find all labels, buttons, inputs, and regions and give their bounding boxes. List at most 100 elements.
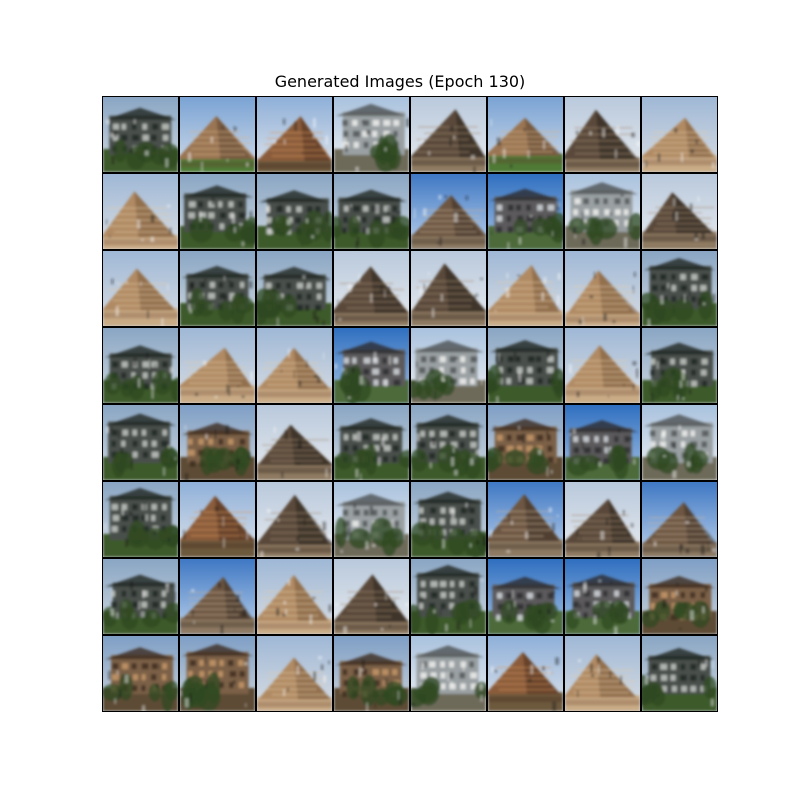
- generated-image-tile: [103, 251, 178, 326]
- generated-image: [565, 559, 640, 634]
- generated-image: [411, 251, 486, 326]
- generated-image-tile: [257, 405, 332, 480]
- generated-image: [103, 174, 178, 249]
- generated-image: [180, 405, 255, 480]
- generated-image-tile: [488, 97, 563, 172]
- generated-image-tile: [411, 251, 486, 326]
- generated-image-tile: [411, 97, 486, 172]
- generated-image: [180, 174, 255, 249]
- generated-image: [180, 482, 255, 557]
- generated-image: [257, 97, 332, 172]
- generated-image-tile: [411, 174, 486, 249]
- generated-image-tile: [257, 636, 332, 711]
- generated-image: [257, 328, 332, 403]
- generated-image-tile: [257, 174, 332, 249]
- generated-image: [257, 559, 332, 634]
- generated-image: [565, 405, 640, 480]
- generated-image-tile: [334, 636, 409, 711]
- generated-image: [334, 636, 409, 711]
- generated-image: [488, 559, 563, 634]
- generated-image: [334, 482, 409, 557]
- generated-image: [488, 328, 563, 403]
- generated-image-tile: [334, 97, 409, 172]
- generated-image: [642, 559, 717, 634]
- generated-image-tile: [488, 405, 563, 480]
- generated-image-tile: [103, 482, 178, 557]
- generated-image-tile: [642, 174, 717, 249]
- generated-image: [334, 405, 409, 480]
- generated-image-tile: [257, 328, 332, 403]
- generated-image: [642, 174, 717, 249]
- generated-image: [257, 174, 332, 249]
- generated-image-tile: [334, 328, 409, 403]
- generated-image: [103, 636, 178, 711]
- generated-image: [103, 482, 178, 557]
- generated-image: [180, 559, 255, 634]
- generated-image: [642, 97, 717, 172]
- generated-image-tile: [411, 328, 486, 403]
- generated-image: [257, 405, 332, 480]
- generated-image-tile: [334, 174, 409, 249]
- generated-image: [642, 482, 717, 557]
- generated-image-tile: [180, 174, 255, 249]
- generated-image-tile: [257, 559, 332, 634]
- generated-image-tile: [103, 328, 178, 403]
- generated-image-tile: [565, 251, 640, 326]
- generated-image: [488, 636, 563, 711]
- generated-image-tile: [180, 251, 255, 326]
- generated-image-tile: [257, 97, 332, 172]
- generated-image-tile: [103, 174, 178, 249]
- generated-image: [642, 636, 717, 711]
- generated-image: [334, 174, 409, 249]
- generated-image: [103, 97, 178, 172]
- generated-image-tile: [180, 97, 255, 172]
- generated-image-tile: [488, 251, 563, 326]
- generated-image: [565, 328, 640, 403]
- generated-image-tile: [488, 559, 563, 634]
- generated-image-tile: [334, 405, 409, 480]
- generated-image: [334, 328, 409, 403]
- generated-image: [488, 482, 563, 557]
- generated-image: [257, 251, 332, 326]
- generated-image-tile: [180, 559, 255, 634]
- generated-image: [103, 559, 178, 634]
- generated-image: [103, 405, 178, 480]
- generated-image-tile: [257, 482, 332, 557]
- generated-image-tile: [180, 636, 255, 711]
- generated-image-tile: [565, 405, 640, 480]
- generated-image-tile: [334, 482, 409, 557]
- generated-image-tile: [411, 636, 486, 711]
- generated-image-tile: [565, 174, 640, 249]
- generated-image: [411, 174, 486, 249]
- generated-image-tile: [642, 97, 717, 172]
- generated-image: [565, 482, 640, 557]
- generated-image-tile: [565, 97, 640, 172]
- figure-title: Generated Images (Epoch 130): [274, 72, 526, 91]
- generated-image: [411, 482, 486, 557]
- generated-image-tile: [257, 251, 332, 326]
- generated-image-tile: [411, 405, 486, 480]
- generated-image-tile: [180, 328, 255, 403]
- generated-image: [642, 251, 717, 326]
- generated-image-tile: [642, 405, 717, 480]
- generated-image: [411, 405, 486, 480]
- generated-image: [565, 174, 640, 249]
- generated-image: [180, 636, 255, 711]
- generated-image: [411, 328, 486, 403]
- generated-image: [488, 405, 563, 480]
- generated-image: [488, 251, 563, 326]
- generated-image: [180, 97, 255, 172]
- generated-image-tile: [642, 482, 717, 557]
- generated-image-tile: [103, 559, 178, 634]
- generated-image: [642, 328, 717, 403]
- generated-image: [411, 559, 486, 634]
- generated-image-tile: [488, 636, 563, 711]
- generated-image-tile: [180, 405, 255, 480]
- generated-image-tile: [488, 174, 563, 249]
- generated-image: [334, 251, 409, 326]
- generated-image-tile: [642, 251, 717, 326]
- generated-image-tile: [103, 636, 178, 711]
- generated-image: [180, 251, 255, 326]
- generated-image-tile: [488, 328, 563, 403]
- generated-image-tile: [103, 405, 178, 480]
